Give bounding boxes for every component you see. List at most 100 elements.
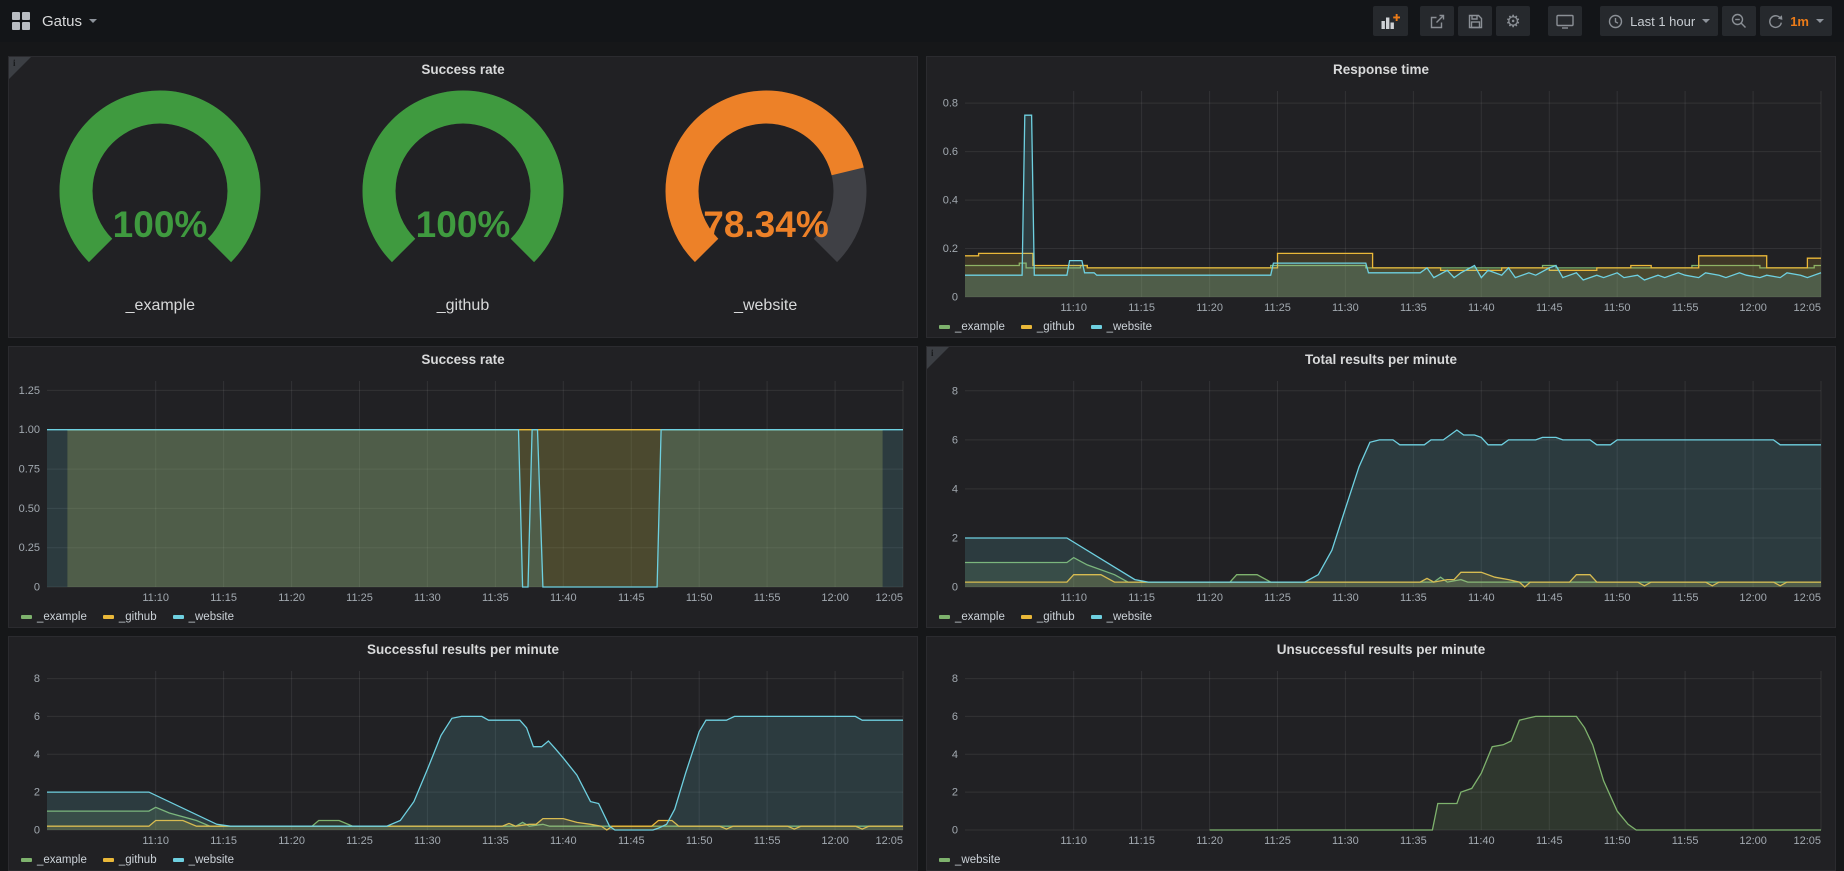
zoom-out-button[interactable] bbox=[1722, 6, 1756, 36]
chart-legend: _example _github _website bbox=[9, 607, 917, 627]
gauge-series-label: _website bbox=[734, 297, 797, 315]
svg-text:12:00: 12:00 bbox=[821, 835, 849, 847]
gauge-_website: 78.34% _website bbox=[616, 87, 916, 315]
zoom-out-icon bbox=[1731, 13, 1747, 29]
legend-item-_website[interactable]: _website bbox=[173, 854, 234, 866]
panel-response-time: i Response time 00.20.40.60.811:1011:151… bbox=[926, 56, 1836, 338]
svg-text:11:20: 11:20 bbox=[1196, 835, 1223, 847]
panel-title[interactable]: Successful results per minute bbox=[9, 637, 917, 663]
svg-text:11:40: 11:40 bbox=[550, 592, 577, 604]
panel-title[interactable]: Unsuccessful results per minute bbox=[927, 637, 1835, 663]
svg-text:11:25: 11:25 bbox=[1264, 592, 1291, 604]
grafana-apps-grid-icon[interactable] bbox=[12, 12, 30, 30]
response-time-chart[interactable]: 00.20.40.60.811:1011:1511:2011:2511:3011… bbox=[927, 83, 1835, 317]
add-panel-button[interactable] bbox=[1373, 6, 1408, 36]
svg-text:6: 6 bbox=[34, 711, 40, 723]
svg-text:11:35: 11:35 bbox=[1400, 835, 1427, 847]
legend-item-_website[interactable]: _website bbox=[939, 854, 1000, 866]
panel-success-rate-graph: i Success rate 00.250.500.751.001.2511:1… bbox=[8, 346, 918, 628]
line-chart-svg: 0246811:1011:1511:2011:2511:3011:3511:40… bbox=[927, 663, 1835, 850]
svg-text:0: 0 bbox=[34, 582, 40, 594]
panel-title[interactable]: Response time bbox=[927, 57, 1835, 83]
svg-text:11:35: 11:35 bbox=[482, 835, 509, 847]
svg-text:0: 0 bbox=[34, 825, 40, 837]
legend-item-_github[interactable]: _github bbox=[103, 611, 157, 623]
success-rate-chart[interactable]: 00.250.500.751.001.2511:1011:1511:2011:2… bbox=[9, 373, 917, 607]
svg-text:11:35: 11:35 bbox=[482, 592, 509, 604]
series-line-_github bbox=[965, 253, 1821, 270]
svg-text:11:50: 11:50 bbox=[1604, 835, 1631, 847]
svg-text:11:20: 11:20 bbox=[278, 592, 305, 604]
svg-text:11:50: 11:50 bbox=[686, 835, 713, 847]
dashboard-title-dropdown[interactable]: Gatus bbox=[42, 13, 97, 30]
cycle-view-mode-button[interactable] bbox=[1548, 6, 1582, 36]
time-range-label: Last 1 hour bbox=[1630, 14, 1695, 29]
chart-legend: _example _github _website bbox=[927, 607, 1835, 627]
dashboard-settings-button[interactable]: ⚙ bbox=[1496, 6, 1530, 36]
svg-text:8: 8 bbox=[952, 385, 958, 397]
refresh-button[interactable]: 1m bbox=[1760, 6, 1832, 36]
svg-text:0.50: 0.50 bbox=[19, 503, 40, 515]
legend-item-_example[interactable]: _example bbox=[939, 611, 1005, 623]
bar-chart-add-icon bbox=[1381, 14, 1400, 29]
line-chart-svg: 0246811:1011:1511:2011:2511:3011:3511:40… bbox=[9, 663, 917, 850]
panel-title[interactable]: Success rate bbox=[9, 57, 917, 83]
panel-title[interactable]: Total results per minute bbox=[927, 347, 1835, 373]
svg-text:6: 6 bbox=[952, 711, 958, 723]
chart-legend: _example _github _website bbox=[927, 317, 1835, 337]
svg-text:11:15: 11:15 bbox=[210, 835, 237, 847]
gauge-series-label: _github bbox=[437, 297, 490, 315]
svg-text:11:10: 11:10 bbox=[1060, 592, 1087, 604]
svg-text:0: 0 bbox=[952, 582, 958, 594]
legend-item-_github[interactable]: _github bbox=[1021, 321, 1075, 333]
svg-text:0: 0 bbox=[952, 292, 958, 304]
svg-text:11:35: 11:35 bbox=[1400, 302, 1427, 314]
legend-item-_example[interactable]: _example bbox=[939, 321, 1005, 333]
save-button[interactable] bbox=[1458, 6, 1492, 36]
legend-item-_website[interactable]: _website bbox=[1091, 611, 1152, 623]
svg-text:0.4: 0.4 bbox=[943, 195, 958, 207]
svg-text:11:30: 11:30 bbox=[414, 592, 441, 604]
panel-info-icon[interactable]: i bbox=[927, 347, 949, 369]
legend-item-_website[interactable]: _website bbox=[1091, 321, 1152, 333]
legend-item-_example[interactable]: _example bbox=[21, 611, 87, 623]
svg-text:12:00: 12:00 bbox=[1739, 835, 1767, 847]
share-button[interactable] bbox=[1420, 6, 1454, 36]
svg-text:0.2: 0.2 bbox=[943, 243, 958, 255]
svg-text:11:30: 11:30 bbox=[414, 835, 441, 847]
unsuccessful-results-chart[interactable]: 0246811:1011:1511:2011:2511:3011:3511:40… bbox=[927, 663, 1835, 850]
svg-text:11:55: 11:55 bbox=[754, 592, 781, 604]
gauges-chart[interactable]: 100% _example 100% _github 78.34% _websi… bbox=[9, 83, 917, 337]
panel-total-results: i Total results per minute 0246811:1011:… bbox=[926, 346, 1836, 628]
panel-success-rate-gauges: i Success rate 100% _example 100% _githu… bbox=[8, 56, 918, 338]
successful-results-chart[interactable]: 0246811:1011:1511:2011:2511:3011:3511:40… bbox=[9, 663, 917, 850]
legend-item-_github[interactable]: _github bbox=[1021, 611, 1075, 623]
total-results-chart[interactable]: 0246811:1011:1511:2011:2511:3011:3511:40… bbox=[927, 373, 1835, 607]
svg-text:11:30: 11:30 bbox=[1332, 835, 1359, 847]
svg-text:4: 4 bbox=[34, 749, 40, 761]
time-range-picker[interactable]: Last 1 hour bbox=[1600, 6, 1718, 36]
legend-item-_website[interactable]: _website bbox=[173, 611, 234, 623]
svg-text:11:20: 11:20 bbox=[1196, 302, 1223, 314]
gauge-value-text: 100% bbox=[113, 204, 208, 245]
svg-text:0: 0 bbox=[952, 825, 958, 837]
panel-info-icon[interactable]: i bbox=[9, 57, 31, 79]
svg-text:1.25: 1.25 bbox=[19, 385, 40, 397]
chart-legend: _website bbox=[927, 850, 1835, 870]
svg-text:11:15: 11:15 bbox=[1128, 835, 1155, 847]
svg-text:2: 2 bbox=[952, 533, 958, 545]
tv-monitor-icon bbox=[1556, 14, 1574, 29]
svg-text:11:10: 11:10 bbox=[142, 592, 169, 604]
gauge-value-text: 100% bbox=[416, 204, 511, 245]
legend-item-_github[interactable]: _github bbox=[103, 854, 157, 866]
svg-text:11:15: 11:15 bbox=[1128, 592, 1155, 604]
save-icon bbox=[1468, 14, 1483, 29]
legend-item-_example[interactable]: _example bbox=[21, 854, 87, 866]
svg-text:11:20: 11:20 bbox=[1196, 592, 1223, 604]
svg-text:8: 8 bbox=[34, 673, 40, 685]
top-navbar: Gatus ⚙ bbox=[0, 0, 1844, 42]
refresh-icon bbox=[1768, 14, 1783, 29]
panel-title[interactable]: Success rate bbox=[9, 347, 917, 373]
panel-successful-results: i Successful results per minute 0246811:… bbox=[8, 636, 918, 871]
gauge-svg: 78.34% bbox=[616, 87, 916, 295]
